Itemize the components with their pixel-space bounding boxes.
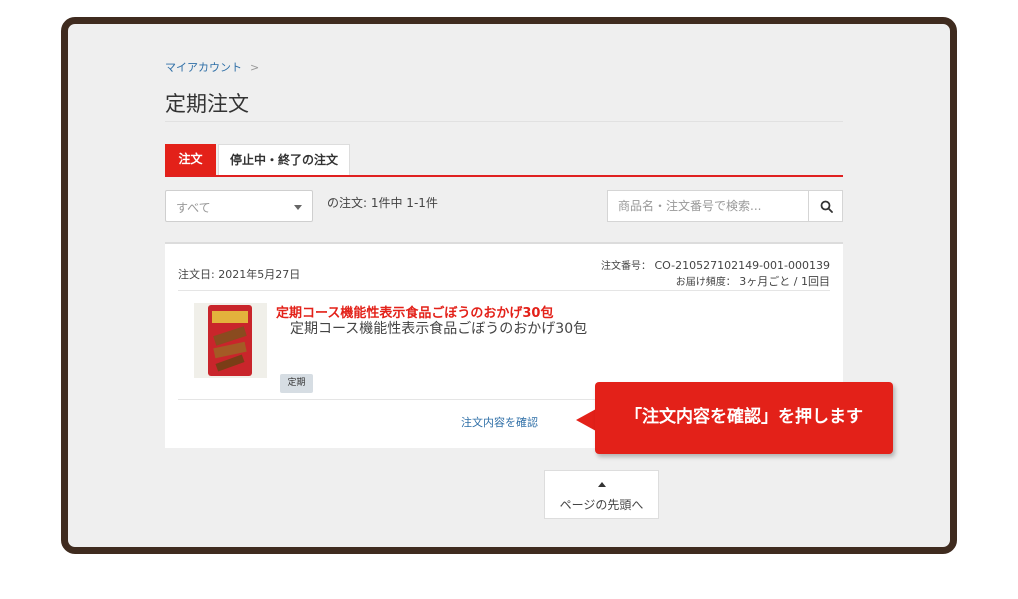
order-count-text: の注文: 1件中 1-1件 <box>327 196 438 210</box>
order-filter-value: すべて <box>176 201 211 215</box>
delivery-frequency-label: お届け頻度： <box>675 277 736 288</box>
search-input[interactable] <box>607 190 809 222</box>
arrow-up-icon <box>598 482 606 487</box>
confirm-order-link[interactable]: 注文内容を確認 <box>461 414 538 430</box>
order-number-value: CO-210527102149-001-000139 <box>654 259 830 272</box>
breadcrumb-my-account[interactable]: マイアカウント <box>165 61 242 74</box>
breadcrumb: マイアカウント > <box>165 59 259 75</box>
order-tabs: 注文 停止中・終了の注文 <box>165 144 843 177</box>
page-top-label: ページの先頭へ <box>559 498 644 512</box>
product-name: 定期コース機能性表示食品ごぼうのおかげ30包 <box>290 321 588 337</box>
order-number: 注文番号： CO-210527102149-001-000139 <box>601 257 830 272</box>
chevron-down-icon <box>294 205 302 210</box>
page-top-button[interactable]: ページの先頭へ <box>544 470 659 519</box>
main-content: マイアカウント > 定期注文 注文 停止中・終了の注文 すべて の注文: 1件中 … <box>165 24 846 547</box>
order-filter-select[interactable]: すべて <box>165 190 313 222</box>
subscription-badge: 定期 <box>280 374 313 393</box>
product-title-link[interactable]: 定期コース機能性表示食品ごぼうのおかげ30包 <box>276 302 553 321</box>
breadcrumb-separator: > <box>250 61 260 74</box>
order-search <box>607 190 843 222</box>
instruction-callout-text: 「注文内容を確認」を押します <box>625 407 863 427</box>
search-icon <box>820 200 833 213</box>
delivery-frequency: お届け頻度： 3ヶ月ごと / 1回目 <box>676 273 830 289</box>
product-package <box>208 305 252 376</box>
search-button[interactable] <box>808 190 843 222</box>
order-number-label: 注文番号： <box>600 261 651 272</box>
title-divider <box>165 121 843 122</box>
order-date: 注文日: 2021年5月27日 <box>178 268 301 281</box>
tab-stopped-ended-orders[interactable]: 停止中・終了の注文 <box>218 144 350 175</box>
card-divider <box>178 290 830 291</box>
callout-arrow <box>576 409 596 431</box>
instruction-callout: 「注文内容を確認」を押します <box>595 382 893 454</box>
page-title: 定期注文 <box>165 92 249 116</box>
product-image[interactable] <box>194 303 267 378</box>
tab-orders[interactable]: 注文 <box>165 144 216 175</box>
screenshot-frame: マイアカウント > 定期注文 注文 停止中・終了の注文 すべて の注文: 1件中 … <box>61 17 957 554</box>
delivery-frequency-value: 3ヶ月ごと / 1回目 <box>739 275 830 288</box>
